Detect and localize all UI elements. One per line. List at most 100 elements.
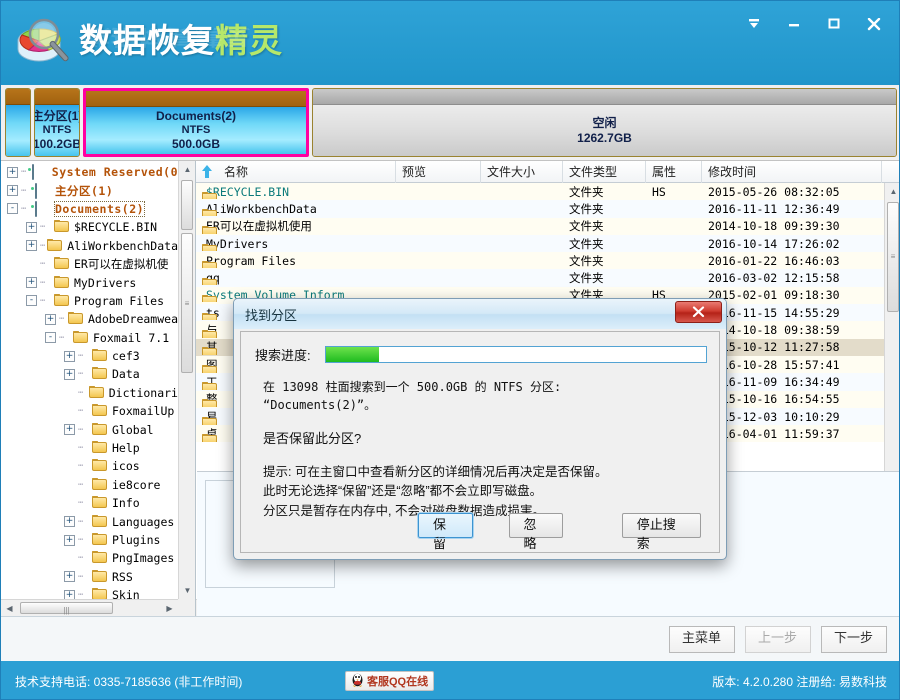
main-menu-button[interactable]: 主菜单 xyxy=(669,625,735,653)
tree-node[interactable]: ⋯ PngImages xyxy=(1,549,178,567)
table-row[interactable]: MyDrivers 文件夹 2016-10-14 17:26:02 xyxy=(196,234,884,253)
tree-node[interactable]: ⋯ FoxmailUp xyxy=(1,402,178,420)
tree-expand-icon[interactable]: + xyxy=(64,350,75,362)
tree-collapse-icon[interactable]: - xyxy=(7,203,18,215)
tree-node[interactable]: ⋯ ie8core xyxy=(1,476,178,494)
cell-name: qq xyxy=(196,271,396,286)
tree-node[interactable]: + ⋯ Plugins xyxy=(1,531,178,549)
tree-expand-icon[interactable]: + xyxy=(7,185,18,197)
table-row[interactable]: Program Files 文件夹 2016-01-22 16:46:03 xyxy=(196,252,884,270)
tree-node[interactable]: + ⋯ RSS xyxy=(1,568,178,586)
tree-scroll-down-arrow[interactable]: ▼ xyxy=(179,582,195,599)
tree-node[interactable]: ⋯ icos xyxy=(1,457,178,475)
tree-node[interactable]: ⋯ ER可以在虚拟机使 xyxy=(1,255,178,273)
tree-collapse-icon[interactable]: - xyxy=(45,332,56,344)
keep-partition-button[interactable]: 保留 xyxy=(416,512,474,551)
tree-expand-icon[interactable]: + xyxy=(7,166,18,178)
partition-block-0[interactable] xyxy=(5,88,31,157)
tree-spacer-icon xyxy=(64,461,75,472)
tree-node-label: System Reserved(0 xyxy=(51,165,178,180)
dialog-title-bar: 找到分区 xyxy=(234,299,726,329)
ignore-partition-button[interactable]: 忽略 xyxy=(508,513,564,551)
tree-expand-icon[interactable]: + xyxy=(64,571,75,583)
tree-scroll-left-arrow[interactable]: ◀ xyxy=(1,600,18,616)
list-scroll-up-arrow[interactable]: ▲ xyxy=(885,183,899,200)
tree-node[interactable]: ⋯ Info xyxy=(1,494,178,512)
tree-collapse-icon[interactable]: - xyxy=(26,295,37,307)
tree-node[interactable]: + ⋯ 主分区(1) xyxy=(1,181,178,199)
tree-node-label: RSS xyxy=(112,569,133,584)
folder-icon xyxy=(92,441,108,455)
cell-modified: 2016-03-02 12:15:58 xyxy=(708,271,840,286)
tree-node[interactable]: + ⋯ Data xyxy=(1,365,178,383)
cell-modified: 2016-04-01 11:59:37 xyxy=(708,426,840,441)
collapse-ribbon-button[interactable] xyxy=(737,9,771,39)
directory-tree[interactable]: + ⋯ System Reserved(0 + ⋯ 主分区(1) - ⋯ Documents(2… xyxy=(1,161,178,599)
cell-type: 文件夹 xyxy=(569,271,604,286)
column-preview[interactable]: 预览 xyxy=(396,160,481,183)
sort-ascending-icon[interactable] xyxy=(196,165,218,178)
tree-node[interactable]: + ⋯ $RECYCLE.BIN xyxy=(1,218,178,236)
column-filesize[interactable]: 文件大小 xyxy=(481,160,563,183)
qq-support-button[interactable]: 客服QQ在线 xyxy=(345,671,435,691)
tree-expand-icon[interactable]: + xyxy=(26,277,37,289)
column-attributes[interactable]: 属性 xyxy=(646,160,702,183)
tree-scroll-right-arrow[interactable]: ▶ xyxy=(161,600,178,616)
tree-hscroll-thumb[interactable]: ||| xyxy=(20,602,113,615)
table-row[interactable]: AliWorkbenchData 文件夹 2016-11-11 12:36:49 xyxy=(196,200,884,218)
list-vscroll-thumb[interactable]: ≡ xyxy=(887,202,899,312)
tree-node[interactable]: - ⋯ Documents(2) xyxy=(1,200,178,218)
tree-node[interactable]: + ⋯ Skin xyxy=(1,586,178,599)
tree-connector-icon: ⋯ xyxy=(59,314,65,325)
maximize-button[interactable] xyxy=(817,9,851,39)
tree-expand-icon[interactable]: + xyxy=(64,534,75,546)
status-bar: 技术支持电话: 0335-7185636 (非工作时间) 客服QQ在线 版本: … xyxy=(1,661,899,699)
tree-connector-icon: ⋯ xyxy=(40,222,46,233)
dialog-close-button[interactable] xyxy=(675,301,722,323)
tree-node[interactable]: + ⋯ MyDrivers xyxy=(1,273,178,291)
tree-vscroll-thumb-upper[interactable] xyxy=(181,180,193,230)
tree-node[interactable]: + ⋯ System Reserved(0 xyxy=(1,163,178,181)
folder-icon xyxy=(54,257,70,271)
tree-expand-icon[interactable]: + xyxy=(26,240,37,252)
tree-node[interactable]: + ⋯ AdobeDreamwea xyxy=(1,310,178,328)
tree-expand-icon[interactable]: + xyxy=(64,589,75,599)
partition-bar: 主分区(1) NTFS 100.2GB Documents(2) NTFS 50… xyxy=(1,85,899,161)
folder-icon xyxy=(92,569,108,584)
folder-icon xyxy=(92,459,108,473)
tree-expand-icon[interactable]: + xyxy=(26,221,37,233)
tree-expand-icon[interactable]: + xyxy=(64,516,75,528)
tree-node[interactable]: ⋯ Help xyxy=(1,439,178,457)
column-name[interactable]: 名称 xyxy=(218,160,396,183)
tree-node[interactable]: - ⋯ Program Files xyxy=(1,292,178,310)
tree-expand-icon[interactable]: + xyxy=(64,424,75,436)
table-row[interactable]: qq 文件夹 2016-03-02 12:15:58 xyxy=(196,269,884,287)
tree-node[interactable]: + ⋯ cef3 xyxy=(1,347,178,365)
next-step-button[interactable]: 下一步 xyxy=(821,625,887,653)
tree-horizontal-scrollbar[interactable]: ◀ ||| ▶ xyxy=(1,599,178,616)
partition-block-free[interactable]: 空闲 1262.7GB xyxy=(312,88,897,157)
table-row[interactable]: $RECYCLE.BIN 文件夹 HS 2015-05-26 08:32:05 xyxy=(196,183,884,201)
magnifier-disk-icon xyxy=(13,9,75,71)
tree-connector-icon: ⋯ xyxy=(78,387,84,398)
tree-expand-icon[interactable]: + xyxy=(64,368,75,380)
minimize-button[interactable] xyxy=(777,9,811,39)
tree-node[interactable]: + ⋯ AliWorkbenchData xyxy=(1,237,178,255)
tree-node[interactable]: - ⋯ Foxmail 7.1 xyxy=(1,329,178,347)
tree-node[interactable]: + ⋯ Languages xyxy=(1,512,178,530)
column-modified[interactable]: 修改时间 xyxy=(702,160,882,183)
tree-node[interactable]: + ⋯ Global xyxy=(1,420,178,438)
drive-icon xyxy=(35,200,51,217)
partition-block-documents[interactable]: Documents(2) NTFS 500.0GB xyxy=(83,88,309,157)
column-filetype[interactable]: 文件类型 xyxy=(563,160,646,183)
table-row[interactable]: ER可以在虚拟机使用 文件夹 2014-10-18 09:39:30 xyxy=(196,217,884,235)
partition-block-1[interactable]: 主分区(1) NTFS 100.2GB xyxy=(34,88,80,157)
stop-search-button[interactable]: 停止搜索 xyxy=(621,513,701,551)
tree-vscroll-thumb[interactable]: ≡ xyxy=(181,233,193,373)
tree-expand-icon[interactable]: + xyxy=(45,313,56,325)
close-button[interactable] xyxy=(857,9,891,39)
tree-vertical-scrollbar[interactable]: ▲ ≡ ▼ xyxy=(178,161,195,599)
tree-connector-icon: ⋯ xyxy=(78,516,84,527)
tree-node[interactable]: ⋯ Dictionari xyxy=(1,384,178,402)
tree-scroll-up-arrow[interactable]: ▲ xyxy=(179,161,195,178)
